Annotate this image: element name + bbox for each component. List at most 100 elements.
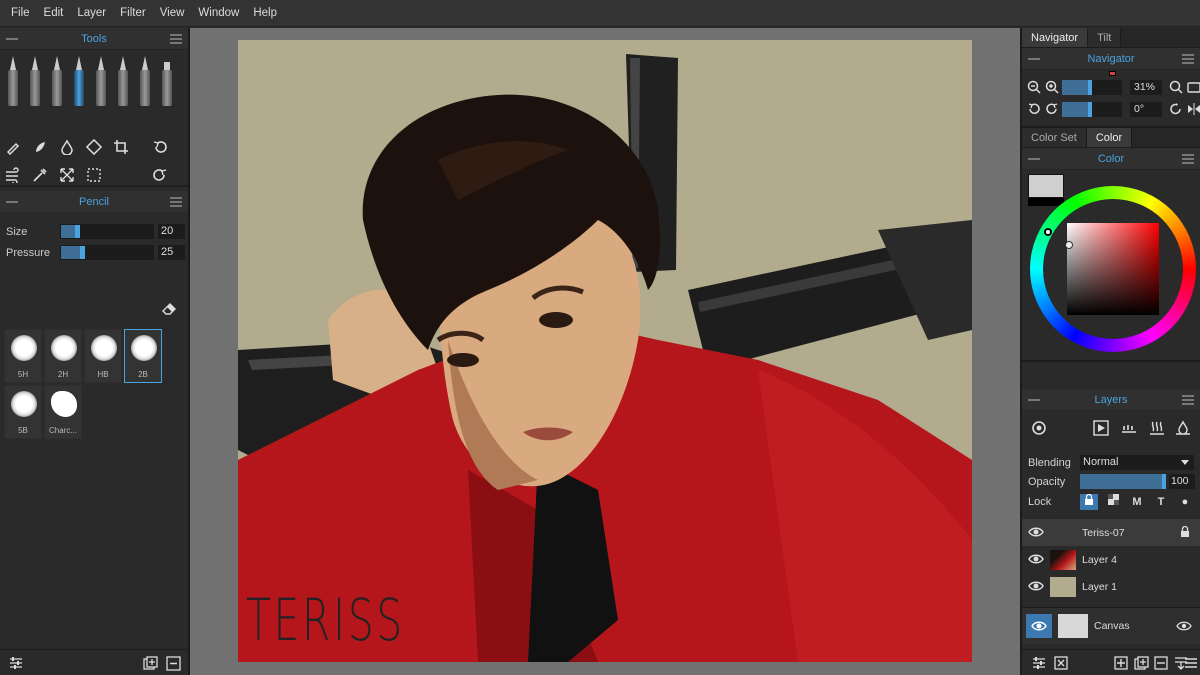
reset-rotation-icon[interactable] (1168, 100, 1183, 118)
panel-menu-icon[interactable] (1182, 395, 1194, 405)
layer-row-layer-1[interactable]: Layer 1 (1022, 573, 1200, 600)
lock-text-icon[interactable]: T (1152, 494, 1170, 510)
menu-layer[interactable]: Layer (70, 0, 113, 27)
selection-icon[interactable] (85, 166, 103, 184)
brush-icon[interactable] (4, 138, 22, 156)
eye-icon[interactable] (1022, 579, 1050, 595)
layer-menu-icon[interactable] (1184, 654, 1198, 672)
menu-view[interactable]: View (153, 0, 192, 27)
heat-filter-icon[interactable] (1148, 419, 1166, 437)
lock-dot-icon[interactable]: ● (1176, 494, 1194, 510)
layer-row-layer-4[interactable]: Layer 4 (1022, 546, 1200, 573)
panel-menu-icon[interactable] (1182, 54, 1194, 64)
collapse-icon[interactable] (1028, 158, 1040, 160)
opacity-value[interactable]: 100 (1169, 474, 1195, 489)
layer-lock-icon[interactable] (1180, 525, 1190, 541)
spray-tool[interactable] (137, 54, 153, 106)
zoom-fit-icon[interactable] (1168, 78, 1183, 96)
tab-color[interactable]: Color (1086, 128, 1133, 147)
layer-visibility-settings-icon[interactable] (1030, 419, 1048, 437)
color-marker[interactable] (1065, 241, 1073, 249)
tab-navigator[interactable]: Navigator (1022, 28, 1089, 47)
preset-2b[interactable]: 2B (124, 329, 162, 383)
water-filter-icon[interactable] (1120, 419, 1138, 437)
panel-menu-icon[interactable] (170, 197, 182, 207)
canvas-row[interactable]: Canvas (1022, 608, 1200, 644)
blend-wind-icon[interactable] (4, 166, 22, 184)
zoom-out-icon[interactable] (1026, 78, 1041, 96)
eye-icon[interactable] (1022, 552, 1050, 568)
flip-horizontal-icon[interactable] (1186, 100, 1200, 118)
eraser-icon[interactable] (160, 299, 178, 317)
preset-2h[interactable]: 2H (44, 329, 82, 383)
menu-filter[interactable]: Filter (113, 0, 153, 27)
canvas-workspace[interactable]: TERISS (190, 28, 1020, 675)
hue-marker[interactable] (1044, 228, 1052, 236)
tab-color-set[interactable]: Color Set (1022, 128, 1087, 147)
lock-transparency-icon[interactable] (1080, 493, 1098, 510)
transform-icon[interactable] (58, 166, 76, 184)
collapse-icon[interactable] (6, 201, 18, 203)
rotate-right-icon[interactable] (1044, 100, 1059, 118)
fit-screen-icon[interactable] (1186, 78, 1200, 96)
ink-pen-tool[interactable] (93, 54, 109, 106)
preset-hb[interactable]: HB (84, 329, 122, 383)
zoom-slider[interactable] (1062, 79, 1122, 95)
pressure-value[interactable]: 25 (158, 245, 185, 260)
rotation-slider[interactable] (1062, 101, 1122, 117)
size-value[interactable]: 20 (158, 224, 185, 239)
clear-layer-icon[interactable] (1052, 654, 1070, 672)
delete-layer-icon[interactable] (1152, 654, 1170, 672)
paint-brush-tool[interactable] (5, 54, 21, 106)
pencil-tool[interactable] (71, 54, 87, 106)
preset-5b[interactable]: 5B (4, 385, 42, 439)
panel-menu-icon[interactable] (1182, 154, 1194, 164)
eyedropper-icon[interactable] (31, 166, 49, 184)
sharpen-icon[interactable] (85, 138, 103, 156)
airbrush-tool[interactable] (49, 54, 65, 106)
zoom-in-icon[interactable] (1044, 78, 1059, 96)
crop-icon[interactable] (112, 138, 130, 156)
undo-icon[interactable] (151, 138, 169, 156)
lock-mask-icon[interactable]: M (1128, 494, 1146, 510)
blur-drop-icon[interactable] (58, 138, 76, 156)
rotation-value[interactable]: 0° (1130, 101, 1162, 117)
eye-icon[interactable] (1022, 525, 1050, 541)
pressure-slider[interactable] (60, 245, 154, 260)
redo-icon[interactable] (151, 166, 169, 184)
current-color-swatch[interactable] (1028, 174, 1064, 198)
eraser-tool[interactable] (159, 54, 175, 106)
size-slider[interactable] (60, 224, 154, 239)
remove-preset-icon[interactable] (164, 654, 182, 672)
add-preset-icon[interactable] (141, 654, 159, 672)
menu-window[interactable]: Window (191, 0, 246, 27)
tab-tilt[interactable]: Tilt (1088, 28, 1122, 47)
menu-help[interactable]: Help (246, 0, 284, 27)
navigator-preview[interactable] (1109, 71, 1116, 76)
canvas-settings-icon[interactable] (1176, 618, 1192, 637)
preset-5h[interactable]: 5H (4, 329, 42, 383)
layer-row-teriss[interactable]: Teriss-07 (1022, 519, 1200, 546)
panel-menu-icon[interactable] (170, 34, 182, 44)
menu-file[interactable]: File (4, 0, 37, 27)
play-timelapse-icon[interactable] (1092, 419, 1110, 437)
layer-properties-icon[interactable] (1030, 654, 1048, 672)
menu-edit[interactable]: Edit (37, 0, 71, 27)
wet-filter-icon[interactable] (1174, 419, 1192, 437)
opacity-slider[interactable] (1080, 474, 1166, 489)
collapse-icon[interactable] (6, 38, 18, 40)
collapse-icon[interactable] (1028, 58, 1040, 60)
lock-checker-icon[interactable] (1104, 494, 1122, 510)
saturation-value-square[interactable] (1067, 223, 1159, 315)
blending-dropdown[interactable]: Normal (1080, 455, 1194, 470)
acrylic-brush-tool[interactable] (27, 54, 43, 106)
hue-ring[interactable] (1030, 186, 1196, 352)
collapse-icon[interactable] (1028, 399, 1040, 401)
settings-sliders-icon[interactable] (7, 654, 25, 672)
zoom-value[interactable]: 31% (1130, 79, 1162, 95)
marker-tool[interactable] (115, 54, 131, 106)
add-layer-icon[interactable] (1112, 654, 1130, 672)
artwork-canvas[interactable]: TERISS (238, 40, 972, 662)
rotate-left-icon[interactable] (1026, 100, 1041, 118)
canvas-eye-icon[interactable] (1026, 614, 1052, 638)
